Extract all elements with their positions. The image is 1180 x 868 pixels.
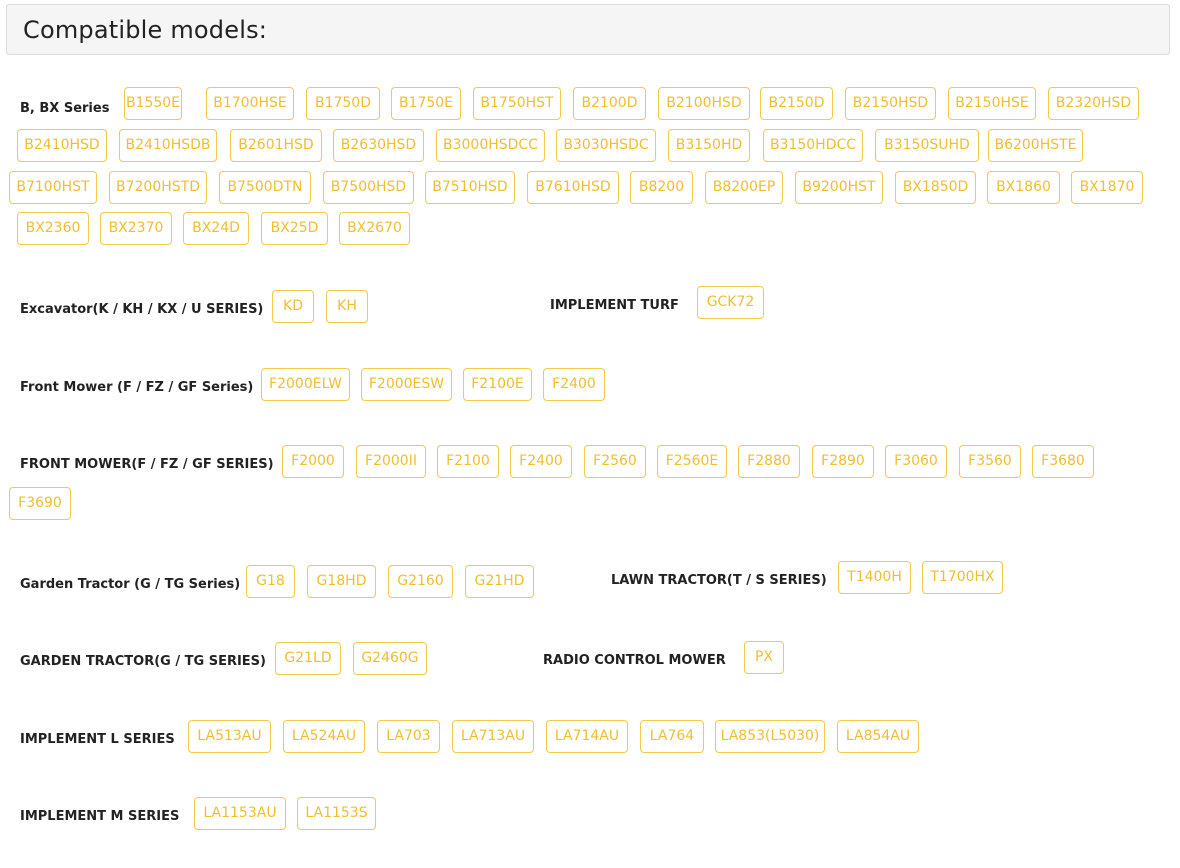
model-tag-b8200ep[interactable]: B8200EP (705, 171, 783, 204)
model-tag-f3680[interactable]: F3680 (1032, 445, 1094, 478)
model-tag-b2601hsd[interactable]: B2601HSD (230, 129, 322, 162)
model-tag-b1550e[interactable]: B1550E (124, 87, 182, 120)
model-tag-la513au[interactable]: LA513AU (188, 720, 271, 753)
model-tag-b7610hsd[interactable]: B7610HSD (527, 171, 619, 204)
series-label-implement-l-series: IMPLEMENT L SERIES (20, 732, 175, 747)
model-tag-la703[interactable]: LA703 (377, 720, 440, 753)
model-tag-b3000hsdcc[interactable]: B3000HSDCC (436, 129, 545, 162)
section-header: Compatible models: (6, 4, 1170, 55)
model-tag-b7500hsd[interactable]: B7500HSD (323, 171, 414, 204)
model-tag-bx1850d[interactable]: BX1850D (895, 171, 976, 204)
model-tag-kd[interactable]: KD (272, 290, 314, 323)
model-tag-b2410hsdb[interactable]: B2410HSDB (119, 129, 217, 162)
model-tag-b3150hd[interactable]: B3150HD (668, 129, 750, 162)
model-tag-bx25d[interactable]: BX25D (261, 212, 328, 245)
model-tag-f2000esw[interactable]: F2000ESW (361, 368, 452, 401)
model-tag-f2400[interactable]: F2400 (510, 445, 572, 478)
model-tag-f2100e[interactable]: F2100E (463, 368, 532, 401)
model-tag-f2560[interactable]: F2560 (584, 445, 646, 478)
model-tag-g21hd[interactable]: G21HD (465, 565, 534, 598)
model-tag-b2100d[interactable]: B2100D (573, 87, 646, 120)
model-tag-px[interactable]: PX (744, 641, 784, 674)
model-tag-g2460g[interactable]: G2460G (353, 642, 427, 675)
series-label-front-mower-f-fz-gf-series: Front Mower (F / FZ / GF Series) (20, 380, 254, 395)
model-tag-bx2670[interactable]: BX2670 (339, 212, 410, 245)
model-tag-f2000elw[interactable]: F2000ELW (261, 368, 350, 401)
model-tag-b7200hstd[interactable]: B7200HSTD (109, 171, 207, 204)
model-tag-g21ld[interactable]: G21LD (275, 642, 341, 675)
model-tag-b2410hsd[interactable]: B2410HSD (17, 129, 107, 162)
model-tag-t1700hx[interactable]: T1700HX (922, 561, 1003, 594)
model-tag-la1153s[interactable]: LA1153S (297, 797, 376, 830)
series-label-garden-tractor-g-tg-series: Garden Tractor (G / TG Series) (20, 577, 241, 592)
model-tag-bx24d[interactable]: BX24D (183, 212, 249, 245)
model-tag-f3560[interactable]: F3560 (959, 445, 1021, 478)
model-tag-b9200hst[interactable]: B9200HST (795, 171, 883, 204)
model-tag-b2150d[interactable]: B2150D (760, 87, 833, 120)
model-tag-b2150hsd[interactable]: B2150HSD (845, 87, 936, 120)
model-tag-la853-l5030[interactable]: LA853(L5030) (715, 720, 825, 753)
model-tag-f2000ii[interactable]: F2000II (356, 445, 426, 478)
model-tag-f2400[interactable]: F2400 (543, 368, 605, 401)
model-tag-b1750d[interactable]: B1750D (306, 87, 380, 120)
model-tag-bx2370[interactable]: BX2370 (100, 212, 172, 245)
model-tag-la854au[interactable]: LA854AU (837, 720, 919, 753)
model-tag-bx1860[interactable]: BX1860 (987, 171, 1060, 204)
model-tag-b3030hsdc[interactable]: B3030HSDC (556, 129, 656, 162)
model-tag-b2630hsd[interactable]: B2630HSD (333, 129, 424, 162)
model-tag-b2100hsd[interactable]: B2100HSD (658, 87, 750, 120)
series-label-front-mower-f-fz-gf-series: FRONT MOWER(F / FZ / GF SERIES) (20, 457, 274, 472)
model-tag-b2150hse[interactable]: B2150HSE (948, 87, 1036, 120)
model-tag-b1750e[interactable]: B1750E (391, 87, 461, 120)
model-tag-f2890[interactable]: F2890 (812, 445, 874, 478)
model-tag-b3150hdcc[interactable]: B3150HDCC (763, 129, 863, 162)
series-label-b-bx-series: B, BX Series (20, 101, 110, 116)
model-tag-gck72[interactable]: GCK72 (697, 286, 764, 319)
model-tag-bx1870[interactable]: BX1870 (1071, 171, 1143, 204)
model-tag-f2880[interactable]: F2880 (738, 445, 800, 478)
model-tag-la714au[interactable]: LA714AU (546, 720, 628, 753)
series-label-excavator-k-kh-kx-u-series: Excavator(K / KH / KX / U SERIES) (20, 302, 264, 317)
model-tag-kh[interactable]: KH (326, 290, 368, 323)
model-tag-f3060[interactable]: F3060 (885, 445, 947, 478)
model-tag-la1153au[interactable]: LA1153AU (194, 797, 286, 830)
model-tag-b6200hste[interactable]: B6200HSTE (988, 129, 1083, 162)
model-tag-b7500dtn[interactable]: B7500DTN (219, 171, 311, 204)
model-tag-t1400h[interactable]: T1400H (838, 561, 911, 594)
series-label-garden-tractor-g-tg-series: GARDEN TRACTOR(G / TG SERIES) (20, 654, 266, 669)
model-tag-b2320hsd[interactable]: B2320HSD (1048, 87, 1139, 120)
model-tag-b8200[interactable]: B8200 (630, 171, 693, 204)
series-label-implement-turf: IMPLEMENT TURF (550, 298, 679, 313)
model-tag-bx2360[interactable]: BX2360 (17, 212, 89, 245)
model-tag-b1700hse[interactable]: B1700HSE (206, 87, 294, 120)
model-tag-f3690[interactable]: F3690 (9, 487, 71, 520)
series-label-radio-control-mower: RADIO CONTROL MOWER (543, 653, 726, 668)
page-title: Compatible models: (23, 16, 268, 44)
model-tag-b3150suhd[interactable]: B3150SUHD (875, 129, 979, 162)
model-tag-f2000[interactable]: F2000 (282, 445, 344, 478)
model-tag-g2160[interactable]: G2160 (388, 565, 453, 598)
model-tag-la713au[interactable]: LA713AU (452, 720, 534, 753)
model-tag-b7510hsd[interactable]: B7510HSD (425, 171, 515, 204)
model-tag-g18[interactable]: G18 (246, 565, 295, 598)
model-tag-b1750hst[interactable]: B1750HST (473, 87, 561, 120)
model-tag-la524au[interactable]: LA524AU (283, 720, 365, 753)
series-label-lawn-tractor-t-s-series: LAWN TRACTOR(T / S SERIES) (611, 573, 827, 588)
model-tag-b7100hst[interactable]: B7100HST (9, 171, 97, 204)
model-tag-g18hd[interactable]: G18HD (307, 565, 376, 598)
model-tag-la764[interactable]: LA764 (640, 720, 704, 753)
series-label-implement-m-series: IMPLEMENT M SERIES (20, 809, 180, 824)
model-tag-f2560e[interactable]: F2560E (657, 445, 727, 478)
model-tag-f2100[interactable]: F2100 (437, 445, 499, 478)
